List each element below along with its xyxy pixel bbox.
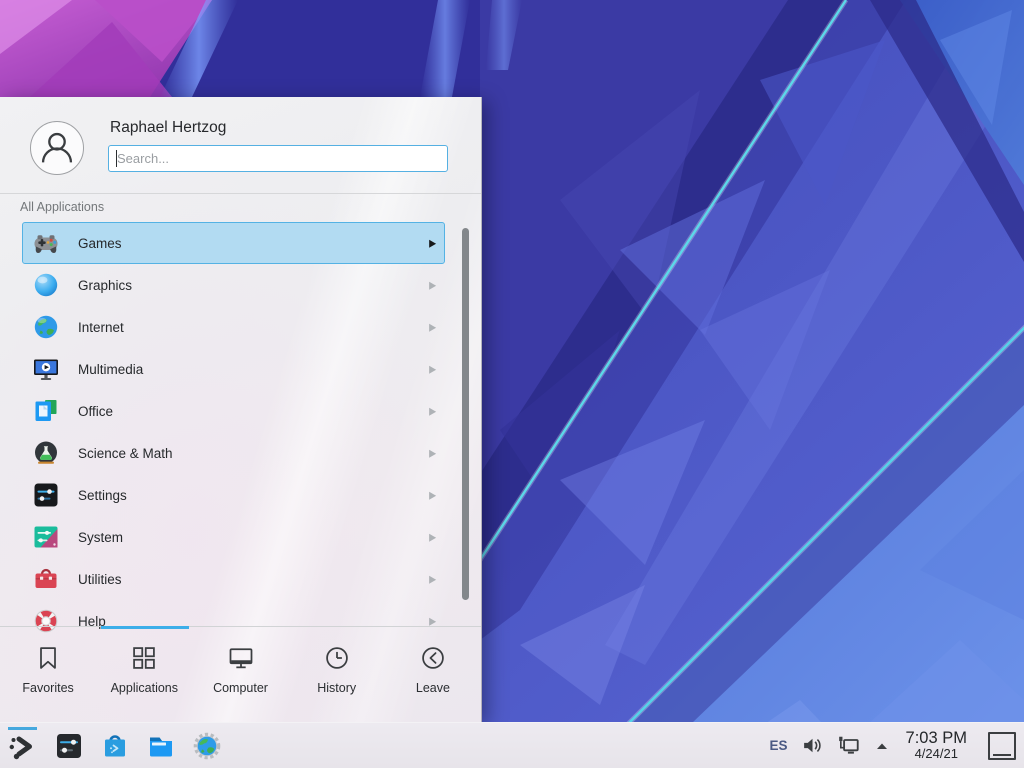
person-icon <box>32 123 82 173</box>
office-icon <box>32 397 60 425</box>
tab-computer[interactable]: Computer <box>192 627 288 722</box>
text-caret <box>116 150 117 167</box>
submenu-arrow-icon: ▶ <box>429 363 436 376</box>
web-browser-button[interactable] <box>190 726 224 766</box>
dolphin-folder-icon <box>146 731 176 761</box>
tab-label: Computer <box>213 681 268 695</box>
tab-applications[interactable]: Applications <box>96 627 192 722</box>
submenu-arrow-icon: ▶ <box>429 405 436 418</box>
category-label: Office <box>78 404 429 419</box>
category-games[interactable]: Games ▶ <box>22 222 445 264</box>
show-desktop-icon[interactable] <box>988 732 1016 760</box>
network-icon[interactable] <box>837 734 861 758</box>
user-avatar[interactable] <box>30 121 84 175</box>
leave-icon <box>419 644 447 672</box>
multimedia-icon <box>32 355 60 383</box>
submenu-arrow-icon: ▶ <box>429 279 436 292</box>
desktop: Raphael Hertzog All Applications <box>0 0 1024 768</box>
system-settings-button[interactable] <box>52 726 86 766</box>
search-box <box>108 145 448 172</box>
graphics-icon <box>32 271 60 299</box>
category-system[interactable]: System ▶ <box>22 516 445 558</box>
keyboard-layout-indicator[interactable]: ES <box>770 738 788 753</box>
submenu-arrow-icon: ▶ <box>429 237 436 250</box>
tab-label: History <box>317 681 356 695</box>
system-settings-icon <box>54 731 84 761</box>
category-list: Games ▶ Graphics ▶ <box>22 222 445 642</box>
launcher-tab-bar: Favorites Applications Compute <box>0 626 481 722</box>
user-name: Raphael Hertzog <box>110 119 226 137</box>
file-manager-button[interactable] <box>144 726 178 766</box>
discover-button[interactable] <box>98 726 132 766</box>
expand-tray-icon[interactable] <box>874 738 890 754</box>
science-icon <box>32 439 60 467</box>
launcher-header: Raphael Hertzog <box>0 97 481 194</box>
computer-icon <box>227 644 255 672</box>
category-graphics[interactable]: Graphics ▶ <box>22 264 445 306</box>
category-settings[interactable]: Settings ▶ <box>22 474 445 516</box>
settings-icon <box>32 481 60 509</box>
tab-label: Applications <box>111 681 178 695</box>
application-launcher-menu: Raphael Hertzog All Applications <box>0 97 482 722</box>
active-tab-indicator <box>101 626 189 629</box>
browser-globe-icon <box>192 731 222 761</box>
applications-icon <box>130 644 158 672</box>
category-label: Games <box>78 236 429 251</box>
category-multimedia[interactable]: Multimedia ▶ <box>22 348 445 390</box>
section-label: All Applications <box>20 200 104 214</box>
submenu-arrow-icon: ▶ <box>429 531 436 544</box>
submenu-arrow-icon: ▶ <box>429 489 436 502</box>
search-input[interactable] <box>108 145 448 172</box>
category-label: Utilities <box>78 572 429 587</box>
menu-scrollbar[interactable] <box>462 228 469 600</box>
active-task-indicator <box>8 727 37 730</box>
tab-leave[interactable]: Leave <box>385 627 481 722</box>
discover-icon <box>100 731 130 761</box>
category-label: Science & Math <box>78 446 429 461</box>
submenu-arrow-icon: ▶ <box>429 447 436 460</box>
submenu-arrow-icon: ▶ <box>429 573 436 586</box>
application-launcher-button[interactable] <box>6 726 40 766</box>
clock-time: 7:03 PM <box>906 729 967 747</box>
system-icon <box>32 523 60 551</box>
category-office[interactable]: Office ▶ <box>22 390 445 432</box>
submenu-arrow-icon: ▶ <box>429 321 436 334</box>
category-label: Multimedia <box>78 362 429 377</box>
utilities-icon <box>32 565 60 593</box>
tab-label: Favorites <box>22 681 73 695</box>
system-tray: ES 7:03 PM 4/24/21 <box>770 729 1016 761</box>
tab-history[interactable]: History <box>289 627 385 722</box>
kde-launcher-icon <box>8 731 38 761</box>
taskbar-panel: ES 7:03 PM 4/24/21 <box>0 722 1024 768</box>
volume-icon[interactable] <box>801 734 824 757</box>
favorites-icon <box>34 644 62 672</box>
games-icon <box>32 229 60 257</box>
digital-clock[interactable]: 7:03 PM 4/24/21 <box>906 729 967 761</box>
clock-date: 4/24/21 <box>906 747 967 761</box>
category-utilities[interactable]: Utilities ▶ <box>22 558 445 600</box>
category-internet[interactable]: Internet ▶ <box>22 306 445 348</box>
category-label: Settings <box>78 488 429 503</box>
category-science-math[interactable]: Science & Math ▶ <box>22 432 445 474</box>
category-label: Graphics <box>78 278 429 293</box>
category-label: Internet <box>78 320 429 335</box>
history-icon <box>323 644 351 672</box>
internet-icon <box>32 313 60 341</box>
category-label: System <box>78 530 429 545</box>
tab-favorites[interactable]: Favorites <box>0 627 96 722</box>
tab-label: Leave <box>416 681 450 695</box>
